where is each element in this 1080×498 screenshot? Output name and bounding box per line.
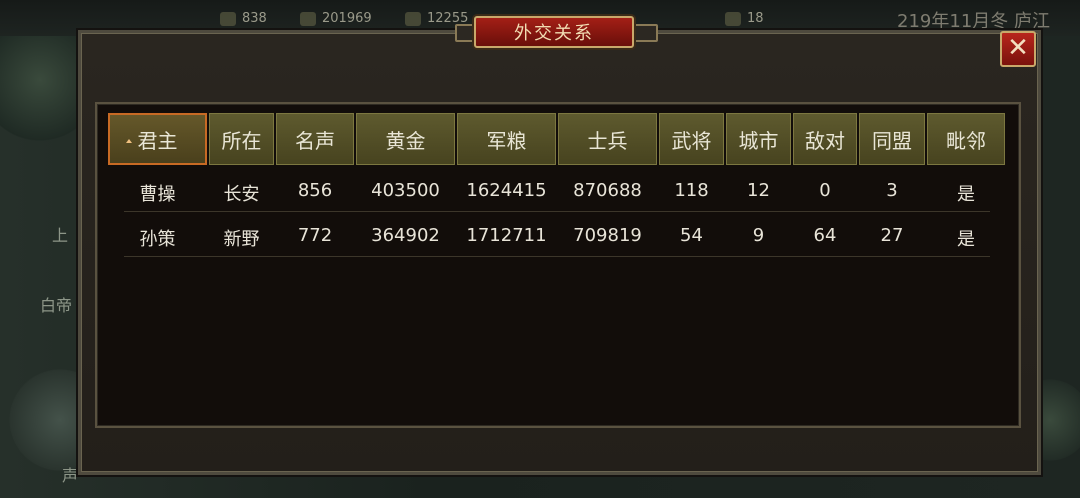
map-label: 上	[52, 226, 69, 245]
header-soldiers[interactable]: 士兵	[558, 113, 657, 165]
close-button[interactable]: ✕	[1000, 31, 1036, 67]
row-divider	[124, 211, 990, 212]
header-adjacent[interactable]: 毗邻	[927, 113, 1005, 165]
cell-alliance: 27	[880, 225, 904, 246]
map-label: 声	[62, 466, 79, 485]
cell-adjacent: 是	[957, 184, 975, 205]
cell-location: 新野	[223, 229, 260, 250]
header-location[interactable]: 所在	[209, 113, 274, 165]
cell-soldiers: 870688	[573, 180, 642, 201]
cell-generals: 54	[680, 225, 703, 246]
dialog-title: 外交关系	[474, 16, 634, 48]
cell-fame: 856	[297, 180, 333, 201]
resource-item: 18	[725, 11, 764, 26]
cell-hostile: 64	[813, 225, 837, 246]
cell-gold: 403500	[371, 180, 440, 201]
cell-hostile: 0	[819, 180, 831, 201]
cell-gold: 364902	[371, 225, 440, 246]
cell-location: 长安	[223, 184, 260, 205]
row-divider	[124, 256, 990, 257]
header-generals[interactable]: 武将	[659, 113, 724, 165]
header-alliance[interactable]: 同盟	[859, 113, 925, 165]
resource-2-icon	[300, 11, 316, 26]
cell-adjacent: 是	[957, 229, 975, 250]
cell-lord: 孙策	[139, 229, 176, 250]
resource-value: 838	[242, 11, 267, 26]
cell-food: 1712711	[466, 225, 547, 246]
cell-alliance: 3	[886, 180, 898, 201]
cell-lord: 曹操	[139, 184, 176, 205]
header-hostile[interactable]: 敌对	[793, 113, 857, 165]
header-gold[interactable]: 黄金	[356, 113, 455, 165]
header-cities[interactable]: 城市	[726, 113, 791, 165]
cell-generals: 118	[674, 180, 709, 201]
map-label: 白帝	[40, 296, 73, 315]
cell-cities: 9	[752, 225, 765, 246]
cell-cities: 12	[747, 180, 770, 201]
resource-4-icon	[725, 11, 741, 26]
resource-1-icon	[220, 11, 236, 26]
resource-3-icon	[405, 11, 421, 26]
header-fame[interactable]: 名声	[276, 113, 354, 165]
resource-item: 201969	[300, 11, 372, 26]
cell-soldiers: 709819	[573, 225, 642, 246]
sort-indicator-icon	[126, 139, 132, 143]
cell-food: 1624415	[466, 180, 547, 201]
resource-value: 18	[747, 11, 764, 26]
resource-item: 838	[220, 11, 267, 26]
resource-value: 201969	[322, 11, 372, 26]
header-lord[interactable]: 君主	[108, 113, 207, 165]
header-food[interactable]: 军粮	[457, 113, 556, 165]
cell-fame: 772	[297, 225, 333, 246]
